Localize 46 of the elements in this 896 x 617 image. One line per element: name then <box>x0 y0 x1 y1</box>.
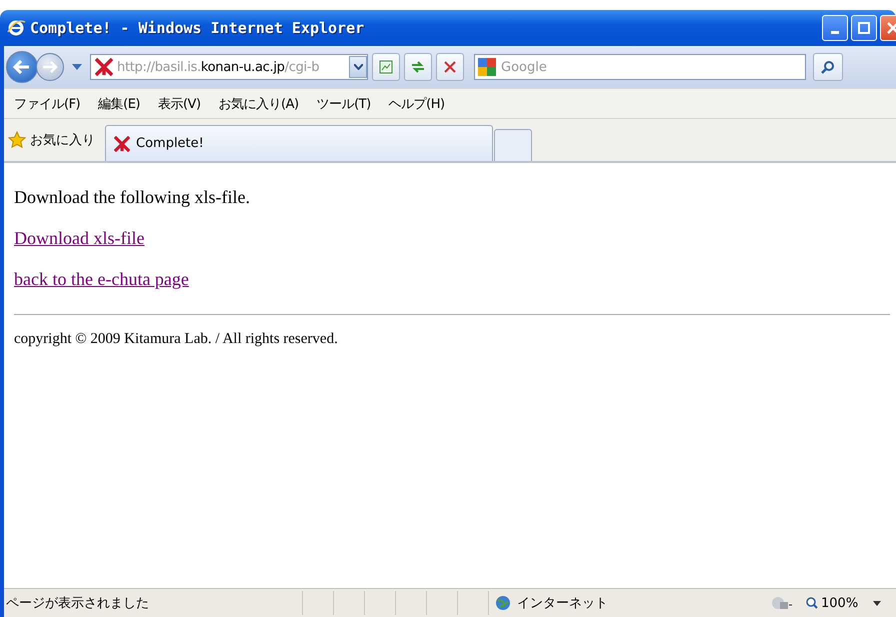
search-icon <box>821 60 835 74</box>
menu-item[interactable]: お気に入り(A) <box>218 94 299 112</box>
caret-icon <box>354 64 362 70</box>
maximize-button[interactable] <box>851 15 877 41</box>
e-logo-icon <box>6 18 26 38</box>
refresh-button[interactable] <box>404 53 432 81</box>
zoom-icon <box>806 597 818 609</box>
menu-item[interactable]: ファイル(F) <box>14 94 80 112</box>
site-logo-icon <box>114 136 130 152</box>
zoom-button[interactable]: 100% <box>806 596 896 610</box>
copyright-text: copyright © 2009 Kitamura Lab. / All rights reserved. <box>14 331 339 348</box>
star-icon <box>8 131 26 149</box>
right-arrow-icon <box>42 61 58 73</box>
site-logo-icon <box>95 58 113 76</box>
zone-text: インターネット <box>517 595 608 612</box>
menu-item[interactable]: ツール(T) <box>316 94 371 112</box>
dropdown-icon[interactable] <box>72 64 82 70</box>
globe-icon <box>495 595 511 611</box>
caret-icon <box>873 600 882 606</box>
search-button[interactable] <box>813 53 843 81</box>
minimize-button[interactable] <box>822 15 848 41</box>
close-icon <box>887 22 896 34</box>
menu-item[interactable]: ヘルプ(H) <box>388 94 445 112</box>
favorites-button[interactable]: お気に入り <box>4 123 103 161</box>
window-title: Complete! - Windows Internet Explorer <box>30 19 364 37</box>
left-arrow-icon <box>13 60 31 74</box>
address-field[interactable]: http://basil.is.konan-u.ac.jp/cgi-b <box>90 54 368 80</box>
search-field[interactable]: Google <box>474 54 806 80</box>
maximize-icon <box>858 22 870 34</box>
close-icon <box>444 61 456 73</box>
stop-button[interactable] <box>436 53 464 81</box>
menu-item[interactable]: 編集(E) <box>98 94 140 112</box>
page-link[interactable]: back to the e-chuta page <box>14 269 189 289</box>
back-button[interactable] <box>6 51 38 83</box>
refresh-icon <box>410 60 426 74</box>
forward-button[interactable] <box>36 53 64 81</box>
address-text: http://basil.is.konan-u.ac.jp/cgi-b <box>117 60 320 74</box>
page-link[interactable]: Download xls-file <box>14 228 144 248</box>
compatibility-button[interactable] <box>372 53 400 81</box>
menu-item[interactable]: 表示(V) <box>158 94 201 112</box>
page-icon <box>379 60 393 74</box>
status-message: ページが表示されました <box>5 595 150 612</box>
browser-tab[interactable]: Complete! <box>105 125 493 161</box>
intro-text: Download the following xls-file. <box>14 187 251 208</box>
address-dropdown-button[interactable] <box>349 56 367 78</box>
minimize-icon <box>831 30 839 34</box>
